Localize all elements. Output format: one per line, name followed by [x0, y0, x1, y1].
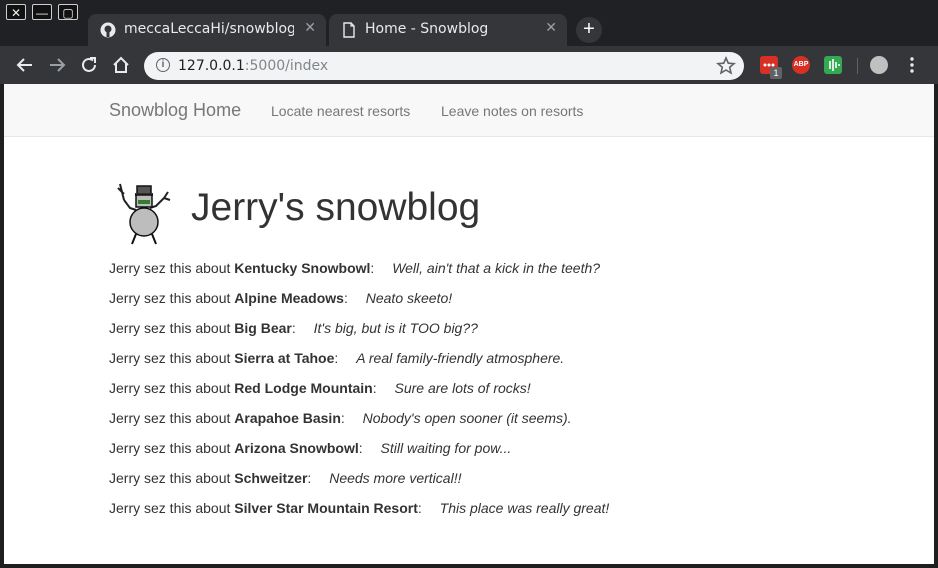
resort-note: Nobody's open sooner (it seems).	[362, 410, 572, 426]
home-icon[interactable]	[110, 54, 132, 76]
page-icon	[343, 22, 355, 38]
list-item: Jerry sez this about Big Bear: It's big,…	[109, 320, 478, 336]
list-item: Jerry sez this about Kentucky Snowbowl: …	[109, 260, 601, 276]
toolbar-divider	[857, 58, 858, 74]
entry-prefix: Jerry sez this about	[109, 500, 231, 516]
snowman-logo-icon	[117, 183, 171, 245]
new-tab-button[interactable]: +	[576, 17, 602, 43]
entry-prefix: Jerry sez this about	[109, 410, 231, 426]
resort-name: Red Lodge Mountain	[234, 380, 373, 396]
entry-prefix: Jerry sez this about	[109, 470, 231, 486]
resort-note: Well, ain't that a kick in the teeth?	[392, 260, 601, 276]
resort-name: Schweitzer	[234, 470, 308, 486]
list-item: Jerry sez this about Silver Star Mountai…	[109, 500, 610, 516]
entry-prefix: Jerry sez this about	[109, 350, 231, 366]
window-minimize-button[interactable]: —	[32, 4, 52, 20]
url-host: 127.0.0.1	[178, 58, 245, 74]
page-viewport: Snowblog Home Locate nearest resorts Lea…	[4, 84, 934, 564]
address-bar[interactable]: i 127.0.0.1:5000/index	[144, 52, 744, 80]
entry-prefix: Jerry sez this about	[109, 380, 231, 396]
tab-title: Home - Snowblog	[365, 21, 489, 37]
reload-icon[interactable]	[78, 54, 100, 76]
back-icon[interactable]	[14, 54, 36, 76]
resort-note: Still waiting for pow...	[380, 440, 512, 456]
resort-name: Big Bear	[234, 320, 292, 336]
github-icon	[100, 22, 116, 38]
extension-badge: 1	[770, 67, 782, 79]
adblock-plus-icon[interactable]: ABP	[792, 56, 810, 74]
navbar-brand-link[interactable]: Snowblog Home	[109, 100, 241, 121]
resort-note: It's big, but is it TOO big??	[313, 320, 478, 336]
audio-wave-extension-icon[interactable]	[824, 56, 842, 74]
list-item: Jerry sez this about Alpine Meadows: Nea…	[109, 290, 453, 306]
nav-link-leave-notes[interactable]: Leave notes on resorts	[441, 103, 583, 119]
info-icon[interactable]: i	[156, 58, 170, 72]
tab-close-icon[interactable]: ✕	[304, 20, 316, 36]
entry-prefix: Jerry sez this about	[109, 320, 231, 336]
window-close-button[interactable]: ✕	[6, 4, 26, 20]
resort-note: A real family-friendly atmosphere.	[356, 350, 565, 366]
tab-title: meccaLeccaHi/snowblog	[124, 21, 294, 37]
resort-note: Needs more vertical!!	[329, 470, 462, 486]
resort-note: Sure are lots of rocks!	[394, 380, 531, 396]
page-title: Jerry's snowblog	[191, 186, 481, 229]
entry-prefix: Jerry sez this about	[109, 260, 231, 276]
tab-github[interactable]: meccaLeccaHi/snowblog ✕	[88, 14, 326, 46]
menu-kebab-icon[interactable]	[904, 56, 920, 74]
list-item: Jerry sez this about Arizona Snowbowl: S…	[109, 440, 512, 456]
site-navbar: Snowblog Home Locate nearest resorts Lea…	[4, 84, 934, 137]
resort-note: Neato skeeto!	[365, 290, 453, 306]
wave-icon	[829, 59, 840, 71]
title-bar: ✕ — ▢ meccaLeccaHi/snowblog ✕ Home - Sno…	[0, 0, 938, 46]
profile-avatar-icon[interactable]	[870, 56, 888, 74]
bookmark-star-icon[interactable]	[716, 56, 736, 76]
list-item: Jerry sez this about Schweitzer: Needs m…	[109, 470, 462, 486]
window-maximize-button[interactable]: ▢	[58, 4, 78, 20]
resort-name: Arizona Snowbowl	[234, 440, 359, 456]
url-text[interactable]: 127.0.0.1:5000/index	[178, 58, 328, 74]
nav-link-locate-resorts[interactable]: Locate nearest resorts	[271, 103, 410, 119]
browser-toolbar: i 127.0.0.1:5000/index 1 ABP	[0, 46, 938, 84]
resort-name: Kentucky Snowbowl	[234, 260, 371, 276]
tab-close-icon[interactable]: ✕	[545, 20, 557, 36]
resort-notes-list: Jerry sez this about Kentucky Snowbowl: …	[109, 260, 609, 530]
forward-icon[interactable]	[46, 54, 68, 76]
list-item: Jerry sez this about Arapahoe Basin: Nob…	[109, 410, 572, 426]
list-item: Jerry sez this about Sierra at Tahoe: A …	[109, 350, 565, 366]
entry-prefix: Jerry sez this about	[109, 290, 231, 306]
list-item: Jerry sez this about Red Lodge Mountain:…	[109, 380, 531, 396]
entry-prefix: Jerry sez this about	[109, 440, 231, 456]
resort-name: Silver Star Mountain Resort	[234, 500, 418, 516]
resort-name: Alpine Meadows	[234, 290, 344, 306]
resort-name: Arapahoe Basin	[234, 410, 341, 426]
resort-note: This place was really great!	[439, 500, 610, 516]
resort-name: Sierra at Tahoe	[234, 350, 335, 366]
url-path: :5000/index	[244, 58, 329, 74]
tab-home-snowblog[interactable]: Home - Snowblog ✕	[329, 14, 567, 46]
